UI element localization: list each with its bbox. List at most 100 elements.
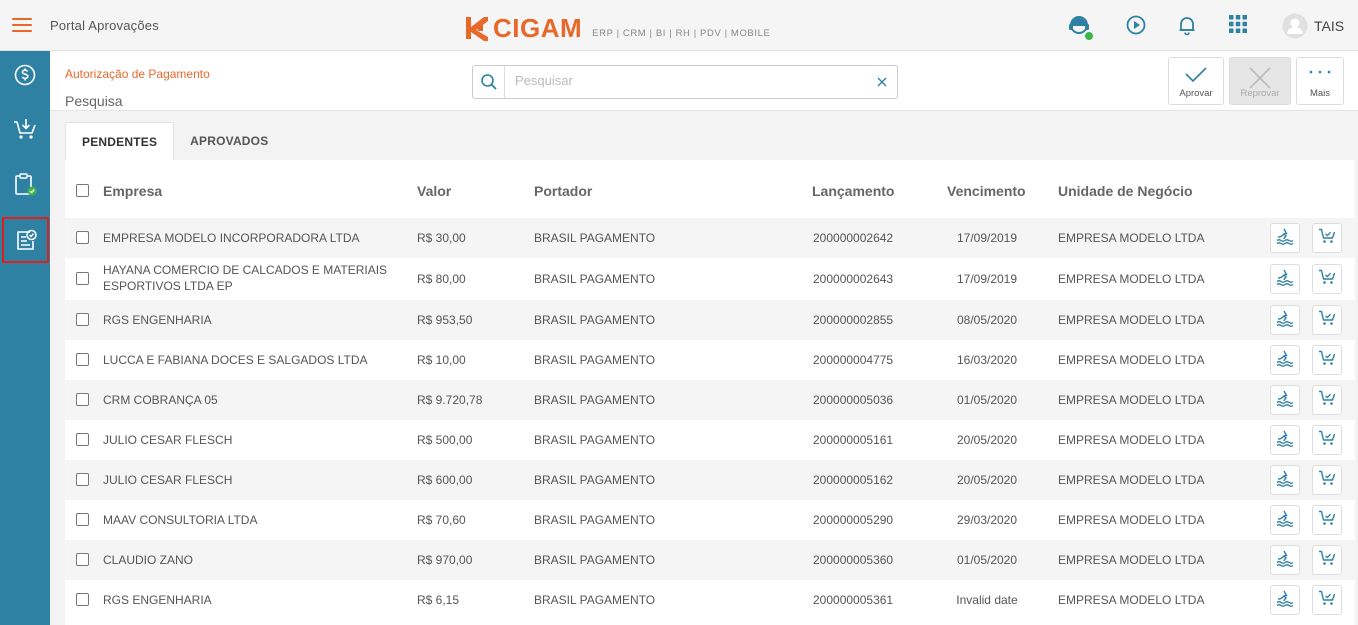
column-header-valor[interactable]: Valor: [417, 183, 451, 199]
cell-portador: BRASIL PAGAMENTO: [534, 473, 656, 487]
row-checkbox[interactable]: [76, 553, 89, 566]
row-cart-detail-button[interactable]: [1312, 223, 1342, 253]
table-row[interactable]: LUCCA E FABIANA DOCES E SALGADOS LTDA R$ …: [65, 340, 1355, 380]
column-header-vencimento[interactable]: Vencimento: [947, 183, 1026, 199]
row-approve-payment-button[interactable]: [1270, 345, 1300, 375]
breadcrumb[interactable]: Autorização de Pagamento: [65, 67, 210, 81]
cell-portador: BRASIL PAGAMENTO: [534, 231, 656, 245]
row-checkbox[interactable]: [76, 433, 89, 446]
cart-check-icon: [1318, 268, 1336, 291]
table-row[interactable]: CLAUDIO ZANO R$ 970,00 BRASIL PAGAMENTO 200…: [65, 540, 1355, 580]
cell-valor: R$ 600,00: [417, 473, 473, 487]
sidebar-item-payments[interactable]: [0, 52, 50, 98]
column-header-empresa[interactable]: Empresa: [103, 183, 162, 199]
row-approve-payment-button[interactable]: [1270, 425, 1300, 455]
cell-portador: BRASIL PAGAMENTO: [534, 433, 656, 447]
row-approve-payment-button[interactable]: [1270, 505, 1300, 535]
table-row[interactable]: CRM COBRANÇA 05 R$ 9.720,78 BRASIL PAGAMEN…: [65, 380, 1355, 420]
tab-pendentes[interactable]: PENDENTES: [65, 122, 175, 160]
row-checkbox[interactable]: [76, 593, 89, 606]
cell-valor: R$ 70,60: [417, 513, 466, 527]
row-approve-payment-button[interactable]: [1270, 223, 1300, 253]
logo-text: CIGAM: [493, 13, 583, 43]
payments-table: Empresa Valor Portador Lançamento Vencim…: [65, 160, 1355, 625]
cell-unidade: EMPRESA MODELO LTDA: [1058, 513, 1205, 527]
payment-approve-icon: [1276, 309, 1294, 332]
table-header: Empresa Valor Portador Lançamento Vencim…: [65, 170, 1355, 210]
cell-vencimento: 17/09/2019: [956, 272, 1018, 286]
cell-portador: BRASIL PAGAMENTO: [534, 553, 656, 567]
row-cart-detail-button[interactable]: [1312, 545, 1342, 575]
logo-subtitle: ERP | CRM | BI | RH | PDV | MOBILE: [592, 28, 771, 39]
row-approve-payment-button[interactable]: [1270, 385, 1300, 415]
play-circle-icon[interactable]: [1125, 14, 1147, 36]
row-cart-detail-button[interactable]: [1312, 305, 1342, 335]
cell-lancamento: 200000005161: [813, 433, 894, 447]
clear-search-icon[interactable]: [875, 75, 889, 89]
column-header-portador[interactable]: Portador: [534, 183, 592, 199]
column-header-unidade[interactable]: Unidade de Negócio: [1058, 183, 1193, 199]
table-row[interactable]: RGS ENGENHARIA R$ 953,50 BRASIL PAGAMENTO 2…: [65, 300, 1355, 340]
sidebar-item-payment-approval[interactable]: [2, 217, 49, 263]
row-checkbox[interactable]: [76, 272, 89, 285]
cell-vencimento: 17/09/2019: [956, 231, 1018, 245]
row-cart-detail-button[interactable]: [1312, 465, 1342, 495]
select-all-checkbox[interactable]: [76, 184, 89, 197]
table-row[interactable]: RGS ENGENHARIA R$ 6,15 BRASIL PAGAMENTO 200…: [65, 580, 1355, 620]
tab-aprovados[interactable]: APROVADOS: [174, 122, 284, 160]
bell-icon[interactable]: [1176, 14, 1198, 36]
sidebar-item-purchases[interactable]: [0, 106, 50, 152]
column-header-lancamento[interactable]: Lançamento: [812, 183, 894, 199]
cell-unidade: EMPRESA MODELO LTDA: [1058, 272, 1205, 286]
cell-empresa: JULIO CESAR FLESCH: [103, 473, 233, 487]
row-approve-payment-button[interactable]: [1270, 305, 1300, 335]
approve-button[interactable]: Aprovar: [1168, 57, 1224, 105]
row-cart-detail-button[interactable]: [1312, 385, 1342, 415]
search-input[interactable]: [515, 73, 855, 88]
row-cart-detail-button[interactable]: [1312, 264, 1342, 294]
page-header: Autorização de Pagamento Pesquisa Aprova…: [50, 51, 1358, 111]
reject-button[interactable]: Reprovar: [1229, 57, 1291, 105]
row-cart-detail-button[interactable]: [1312, 505, 1342, 535]
cell-portador: BRASIL PAGAMENTO: [534, 313, 656, 327]
payment-approve-icon: [1276, 227, 1294, 250]
support-agent-icon[interactable]: [1066, 12, 1094, 40]
cell-vencimento: 16/03/2020: [956, 353, 1018, 367]
top-bar: Portal Aprovações CIGAM ERP | CRM | BI |…: [0, 0, 1358, 51]
row-cart-detail-button[interactable]: [1312, 345, 1342, 375]
row-checkbox[interactable]: [76, 393, 89, 406]
payment-approve-icon: [1276, 589, 1294, 612]
row-checkbox[interactable]: [76, 231, 89, 244]
cart-check-icon: [1318, 549, 1336, 572]
sidebar-item-requests[interactable]: [0, 161, 50, 207]
row-cart-detail-button[interactable]: [1312, 425, 1342, 455]
row-approve-payment-button[interactable]: [1270, 545, 1300, 575]
table-row[interactable]: EMPRESA MODELO INCORPORADORA LTDA R$ 30,0…: [65, 218, 1355, 258]
more-button[interactable]: Mais: [1296, 57, 1344, 105]
hamburger-menu-icon[interactable]: [12, 18, 32, 32]
row-approve-payment-button[interactable]: [1270, 465, 1300, 495]
table-row[interactable]: JULIO CESAR FLESCH R$ 600,00 BRASIL PAGAME…: [65, 460, 1355, 500]
cart-check-icon: [1318, 429, 1336, 452]
table-row[interactable]: JULIO CESAR FLESCH R$ 500,00 BRASIL PAGAME…: [65, 420, 1355, 460]
table-row[interactable]: MAAV CONSULTORIA LTDA R$ 70,60 BRASIL PAGA…: [65, 500, 1355, 540]
cell-empresa: JULIO CESAR FLESCH: [103, 433, 233, 447]
search-icon[interactable]: [473, 66, 505, 98]
row-approve-payment-button[interactable]: [1270, 264, 1300, 294]
table-row[interactable]: HAYANA COMERCIO DE CALCADOS E MATERIAIS …: [65, 258, 1355, 300]
cell-lancamento: 200000002642: [813, 231, 894, 245]
row-checkbox[interactable]: [76, 513, 89, 526]
cart-check-icon: [1318, 389, 1336, 412]
cell-vencimento: 20/05/2020: [956, 433, 1018, 447]
apps-grid-icon[interactable]: [1228, 14, 1250, 36]
payment-approve-icon: [1276, 429, 1294, 452]
check-icon: [1185, 67, 1207, 83]
row-checkbox[interactable]: [76, 353, 89, 366]
user-menu[interactable]: TAIS: [1282, 13, 1344, 39]
row-checkbox[interactable]: [76, 313, 89, 326]
row-checkbox[interactable]: [76, 473, 89, 486]
sidebar: [0, 51, 50, 625]
cell-empresa: CRM COBRANÇA 05: [103, 393, 218, 407]
row-approve-payment-button[interactable]: [1270, 585, 1300, 615]
row-cart-detail-button[interactable]: [1312, 585, 1342, 615]
